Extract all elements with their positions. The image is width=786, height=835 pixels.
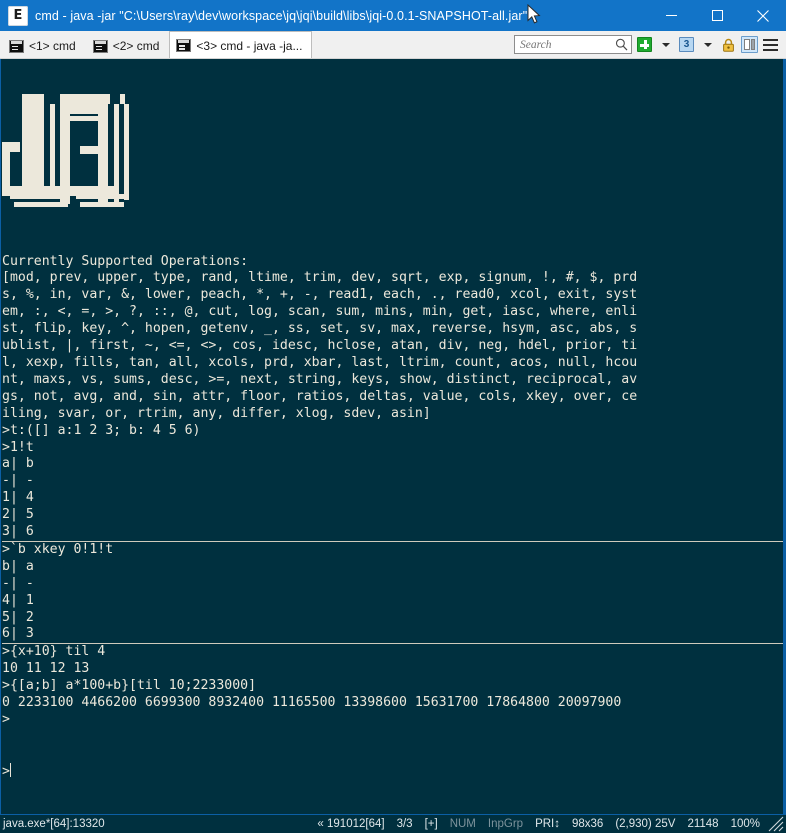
minimize-button[interactable]	[648, 0, 694, 31]
status-expand[interactable]: [+]	[419, 818, 444, 830]
console-count-badge[interactable]: 3	[678, 36, 695, 53]
terminal-line: -| -	[2, 575, 34, 591]
tab-console-2[interactable]: <2> cmd	[86, 33, 170, 58]
terminal-line: Currently Supported Operations:	[2, 253, 249, 269]
terminal-line: >1!t	[2, 439, 34, 455]
text-caret	[9, 762, 12, 777]
plus-icon	[637, 37, 652, 52]
terminal-line: 1| 4	[2, 490, 34, 506]
terminal-output[interactable]: Currently Supported Operations: [mod, pre…	[1, 59, 783, 815]
main-menu-button[interactable]	[762, 36, 779, 53]
status-input-group[interactable]: InpGrp	[482, 818, 529, 830]
new-console-dropdown[interactable]	[657, 36, 674, 53]
search-box[interactable]	[514, 35, 632, 54]
panels-icon	[741, 36, 758, 53]
terminal-line: >	[2, 712, 10, 727]
terminal-line: 5| 2	[2, 609, 34, 625]
status-zoom-level[interactable]: 100%	[725, 818, 766, 830]
terminal-line: 10 11 12 13	[2, 661, 90, 677]
terminal-line: iling, svar, or, rtrim, any, differ, xlo…	[2, 405, 431, 421]
tab-bar: <1> cmd <2> cmd <3> cmd - java -ja... Se…	[0, 31, 786, 59]
terminal-line: st, flip, key, ^, hopen, getenv, _, ss, …	[2, 321, 638, 337]
tab-label: <3> cmd - java -ja...	[196, 38, 303, 53]
terminal-line: -| -	[2, 473, 34, 489]
terminal-line: 4| 1	[2, 592, 34, 608]
app-icon: E	[8, 5, 28, 26]
status-priority[interactable]: PRI↕	[529, 818, 566, 830]
prompt-symbol: >	[2, 763, 10, 779]
toggle-panels-button[interactable]	[741, 36, 758, 53]
status-num-lock: NUM	[449, 818, 476, 831]
tab-label: <2> cmd	[112, 39, 160, 53]
status-right-group: « 191012[64] 3/3 [+] NUM InpGrp PRI↕ 98x…	[311, 816, 786, 832]
new-console-button[interactable]	[636, 36, 653, 53]
chevron-down-icon	[703, 42, 712, 47]
terminal-line: ublist, |, first, ~, <=, <>, cos, idesc,…	[2, 338, 638, 354]
search-icon	[615, 38, 628, 51]
console-icon	[92, 39, 108, 53]
tab-label: <1> cmd	[29, 39, 76, 53]
terminal-lines: Currently Supported Operations: [mod, pre…	[2, 254, 783, 729]
window-title: cmd - java -jar "C:\Users\ray\dev\worksp…	[35, 8, 528, 23]
terminal-line: 2| 5	[2, 507, 34, 523]
terminal-line: >`b xkey 0!1!t	[2, 541, 114, 557]
status-buffer-lines: 21148	[687, 818, 719, 831]
status-memory: « 191012[64]	[317, 818, 385, 831]
console-icon	[176, 39, 192, 52]
terminal-line: >{x+10} til 4	[2, 644, 106, 660]
terminal-line: s, %, in, var, &, lower, peach, *, +, -,…	[2, 287, 638, 303]
terminal-line: >{[a;b] a*100+b}[til 10;2233000]	[2, 678, 257, 694]
tab-list: <1> cmd <2> cmd <3> cmd - java -ja...	[0, 31, 313, 58]
resize-grip[interactable]	[768, 816, 784, 832]
terminal-line: 6| 3	[2, 626, 783, 645]
console-list-dropdown[interactable]	[699, 36, 716, 53]
terminal-prompt-line: >	[2, 762, 783, 781]
tab-console-1[interactable]: <1> cmd	[2, 33, 86, 58]
console-count-label: 3	[679, 37, 694, 52]
terminal-line: em, :, <, =, >, ?, ::, @, cut, log, scan…	[2, 304, 638, 320]
jq-ascii-logo	[2, 93, 783, 220]
terminal-line: 3| 6	[2, 524, 783, 542]
terminal-line: nt, maxs, vs, sums, desc, >=, next, stri…	[2, 371, 638, 387]
terminal-line: b| a	[2, 558, 34, 574]
terminal-line: >t:([] a:1 2 3; b: 4 5 6)	[2, 422, 201, 438]
title-bar: E cmd - java -jar "C:\Users\ray\dev\work…	[0, 0, 786, 31]
chevron-down-icon	[661, 42, 670, 47]
search-input[interactable]	[520, 38, 615, 51]
maximize-button[interactable]	[694, 0, 740, 31]
status-process: java.exe*[64]:13320	[3, 818, 105, 831]
console-window: E cmd - java -jar "C:\Users\ray\dev\work…	[0, 0, 786, 834]
status-cursor-position: (2,930) 25V	[615, 818, 676, 831]
terminal-line: l, xexp, fills, tan, all, xcols, prd, xb…	[2, 354, 638, 370]
status-buffer-size: 98x36	[571, 818, 604, 831]
tab-console-3[interactable]: <3> cmd - java -ja...	[169, 31, 313, 58]
terminal-line: gs, not, avg, and, sin, attr, floor, rat…	[2, 388, 638, 404]
terminal-line: [mod, prev, upper, type, rand, ltime, tr…	[2, 270, 638, 286]
lock-icon	[723, 38, 734, 52]
close-button[interactable]	[740, 0, 786, 31]
mouse-cursor-icon	[527, 4, 541, 24]
window-controls	[648, 0, 786, 31]
status-bar: java.exe*[64]:13320 « 191012[64] 3/3 [+]…	[0, 814, 786, 834]
tab-bar-tools: 3	[514, 31, 786, 58]
status-tab-index: 3/3	[396, 818, 413, 831]
hamburger-icon	[763, 38, 778, 51]
lock-button[interactable]	[720, 36, 737, 53]
console-icon	[9, 39, 24, 53]
terminal-line: 0 2233100 4466200 6699300 8932400 111655…	[2, 695, 622, 711]
terminal-frame: Currently Supported Operations: [mod, pre…	[0, 59, 786, 815]
terminal-line: a| b	[2, 456, 34, 472]
